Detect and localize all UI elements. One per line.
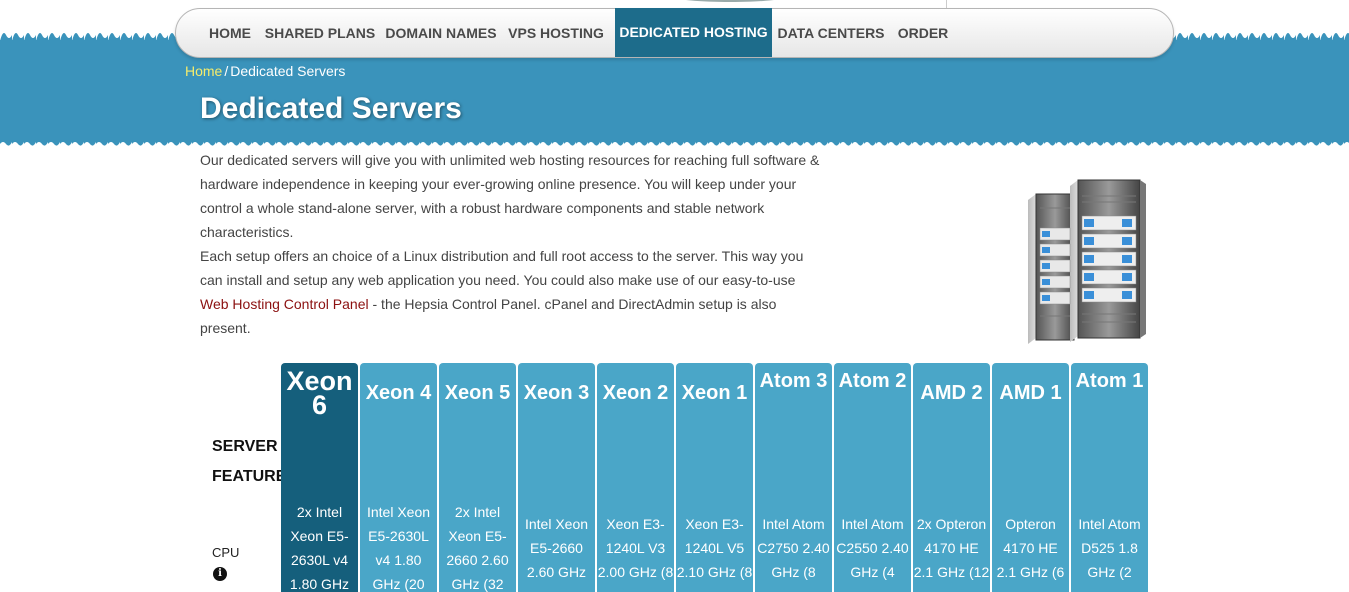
plan-column-xeon-1[interactable]: Xeon 1 Xeon E3-1240L V5 2.10 GHz (8: [676, 363, 753, 592]
plan-name: Atom 1: [1075, 370, 1144, 392]
nav-data-centers[interactable]: DATA CENTERS: [776, 9, 886, 57]
intro-text: Our dedicated servers will give you with…: [200, 148, 825, 340]
nav-dedicated-hosting[interactable]: DEDICATED HOSTING: [615, 8, 772, 57]
plan-column-atom-3[interactable]: Atom 3 Intel Atom C2750 2.40 GHz (8: [755, 363, 832, 592]
nav-vps-hosting[interactable]: VPS HOSTING: [506, 9, 606, 57]
nav-home[interactable]: HOME: [200, 9, 260, 57]
plan-cpu: Intel Atom C2550 2.40 GHz (4: [836, 516, 909, 580]
intro-p2-start: Each setup offers an choice of a Linux d…: [200, 248, 804, 288]
control-panel-link[interactable]: Web Hosting Control Panel: [200, 296, 369, 312]
intro-paragraph-1: Our dedicated servers will give you with…: [200, 152, 820, 240]
plan-cpu: Intel Xeon E5-2630L v4 1.80 GHz (20: [366, 504, 431, 592]
plan-name: Xeon 4: [365, 382, 432, 404]
logo-arc: [675, 0, 785, 2]
plan-name: Xeon 3: [523, 382, 590, 404]
plan-column-amd-1[interactable]: AMD 1 Opteron 4170 HE 2.1 GHz (6: [992, 363, 1069, 592]
plan-name: Xeon 5: [444, 382, 511, 404]
plan-column-amd-2[interactable]: AMD 2 2x Opteron 4170 HE 2.1 GHz (12: [913, 363, 990, 592]
plan-name: Atom 3: [759, 370, 828, 392]
main-nav: HOME SHARED PLANS DOMAIN NAMES VPS HOSTI…: [175, 8, 1174, 58]
plan-cpu: Intel Xeon E5-2660 2.60 GHz: [524, 516, 589, 580]
plan-column-xeon-5[interactable]: Xeon 5 2x Intel Xeon E5-2660 2.60 GHz (3…: [439, 363, 516, 592]
plan-column-xeon-6[interactable]: Xeon 6 2x Intel Xeon E5-2630L v4 1.80 GH…: [281, 363, 358, 592]
plan-cpu: Opteron 4170 HE 2.1 GHz (6: [996, 516, 1065, 580]
plan-name: Xeon 6: [286, 366, 353, 420]
cpu-row-label: CPU: [212, 545, 240, 560]
plan-name: Atom 2: [838, 370, 907, 392]
info-icon[interactable]: i: [213, 567, 227, 581]
plan-cpu: Intel Atom C2750 2.40 GHz (8: [757, 516, 830, 580]
plan-column-atom-2[interactable]: Atom 2 Intel Atom C2550 2.40 GHz (4: [834, 363, 911, 592]
breadcrumb-current: Dedicated Servers: [230, 63, 346, 79]
plan-name: AMD 1: [999, 382, 1062, 404]
plan-column-xeon-2[interactable]: Xeon 2 Xeon E3-1240L V3 2.00 GHz (8: [597, 363, 674, 592]
breadcrumb-home-link[interactable]: Home: [185, 63, 222, 79]
plan-cpu: 2x Opteron 4170 HE 2.1 GHz (12: [913, 516, 990, 580]
plan-name: AMD 2: [920, 382, 983, 404]
breadcrumb: Home / Dedicated Servers: [185, 63, 345, 79]
plan-cpu: Xeon E3-1240L V5 2.10 GHz (8: [676, 516, 753, 580]
top-divider: [946, 0, 947, 8]
plan-cpu: 2x Intel Xeon E5-2660 2.60 GHz (32: [446, 504, 509, 592]
plan-name: Xeon 2: [602, 382, 669, 404]
nav-order[interactable]: ORDER: [894, 9, 952, 57]
plan-name: Xeon 1: [681, 382, 748, 404]
plan-column-xeon-4[interactable]: Xeon 4 Intel Xeon E5-2630L v4 1.80 GHz (…: [360, 363, 437, 592]
plan-cpu: Intel Atom D525 1.8 GHz (2: [1078, 516, 1141, 580]
nav-shared-plans[interactable]: SHARED PLANS: [264, 9, 376, 57]
breadcrumb-separator: /: [224, 63, 229, 79]
server-rack-icon: [1028, 179, 1146, 344]
plan-cpu: Xeon E3-1240L V3 2.00 GHz (8: [597, 516, 674, 580]
nav-domain-names[interactable]: DOMAIN NAMES: [384, 9, 498, 57]
plan-cpu: 2x Intel Xeon E5-2630L v4 1.80 GHz: [289, 504, 350, 592]
plan-column-xeon-3[interactable]: Xeon 3 Intel Xeon E5-2660 2.60 GHz: [518, 363, 595, 592]
intro-paragraph-2: Each setup offers an choice of a Linux d…: [200, 244, 825, 340]
page-title: Dedicated Servers: [200, 92, 462, 125]
plan-column-atom-1[interactable]: Atom 1 Intel Atom D525 1.8 GHz (2: [1071, 363, 1148, 592]
